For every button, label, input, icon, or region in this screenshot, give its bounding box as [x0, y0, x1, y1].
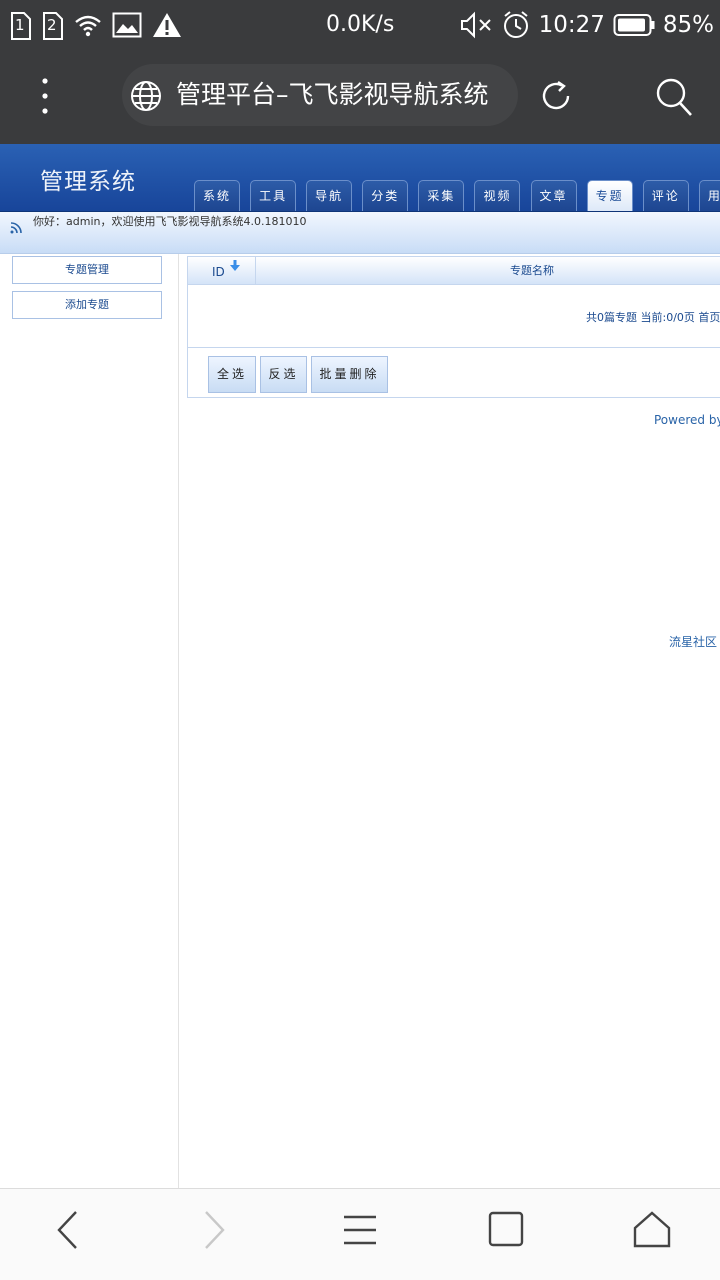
- sim-1-icon: 1: [10, 11, 32, 40]
- sidebar-item-add-special[interactable]: 添加专题: [12, 291, 162, 319]
- sim-2-icon: 2: [42, 11, 64, 40]
- home-icon[interactable]: [632, 1209, 672, 1251]
- battery-indicator: [613, 13, 655, 37]
- powered-by: Powered by ffvod: [654, 413, 720, 427]
- status-right: 10:27 85%: [459, 10, 714, 40]
- column-id-label: ID: [212, 265, 225, 279]
- clock: 10:27: [538, 12, 605, 38]
- warning-icon: [153, 13, 181, 37]
- select-all-button[interactable]: 全选: [208, 356, 256, 393]
- battery-percent: 85%: [662, 12, 714, 38]
- pagination-info: 共0篇专题 当前:0/0页 首页 上一页: [586, 311, 720, 324]
- community-link[interactable]: 流星社区: [669, 633, 717, 650]
- tab-tools[interactable]: 工具: [250, 180, 297, 211]
- menu-icon[interactable]: [342, 1209, 378, 1251]
- column-id-header[interactable]: ID: [188, 257, 256, 285]
- status-left: 1 2: [10, 10, 182, 40]
- browser-toolbar: 管理平台–飞飞影视导航系统: [0, 50, 720, 144]
- sim-1-number: 1: [15, 15, 25, 34]
- tab-article[interactable]: 文章: [530, 180, 577, 211]
- batch-delete-button[interactable]: 批量删除: [311, 356, 388, 393]
- sidebar-item-special-manage[interactable]: 专题管理: [12, 256, 162, 284]
- sim-2-number: 2: [47, 15, 57, 34]
- page-title[interactable]: 管理平台–飞飞影视导航系统: [176, 78, 489, 112]
- tab-navigation[interactable]: 导航: [306, 180, 353, 211]
- status-bar: 1 2 0.0K/s 10:27 85%: [0, 0, 720, 50]
- tab-collect[interactable]: 采集: [418, 180, 465, 211]
- wifi-icon: [75, 15, 101, 37]
- search-icon[interactable]: [654, 76, 694, 118]
- tab-video[interactable]: 视频: [474, 180, 521, 211]
- column-name-header: 专题名称: [510, 264, 554, 277]
- tab-comment[interactable]: 评论: [642, 180, 689, 211]
- batch-toolbar: 全选 反选 批量删除: [188, 347, 720, 399]
- back-icon[interactable]: [50, 1209, 86, 1251]
- sort-down-icon[interactable]: [230, 260, 240, 272]
- image-icon: [112, 12, 142, 38]
- special-table: ID 专题名称 共0篇专题 当前:0/0页 首页 上一页 全选 反选 批量删除: [187, 256, 720, 398]
- browser-bottom-nav: [0, 1188, 720, 1280]
- table-header: ID 专题名称: [188, 257, 720, 285]
- tab-system[interactable]: 系统: [194, 180, 240, 211]
- mute-icon: [460, 11, 491, 39]
- net-speed: 0.0K/s: [326, 12, 395, 37]
- rss-icon: [10, 222, 22, 234]
- app-header: 管理系统 系统 工具 导航 分类 采集 视频 文章 专题 评论 用户 生: [0, 144, 720, 212]
- tab-special[interactable]: 专题: [586, 180, 633, 211]
- app-title: 管理系统: [40, 169, 136, 195]
- invert-selection-button[interactable]: 反选: [260, 356, 307, 393]
- globe-icon: [131, 81, 161, 111]
- tab-category[interactable]: 分类: [362, 180, 409, 211]
- welcome-bar: 你好：admin，欢迎使用飞飞影视导航系统4.0.181010: [0, 212, 720, 254]
- sidebar: 专题管理 添加专题: [0, 254, 179, 1188]
- main-content: ID 专题名称 共0篇专题 当前:0/0页 首页 上一页 全选 反选 批量删除 …: [187, 254, 720, 1188]
- alarm-icon: [503, 11, 528, 38]
- welcome-message: 你好：admin，欢迎使用飞飞影视导航系统4.0.181010: [33, 215, 307, 228]
- reload-icon[interactable]: [538, 78, 574, 114]
- menu-dots-icon[interactable]: [34, 76, 56, 116]
- tab-user[interactable]: 用户: [698, 180, 720, 211]
- main-nav-tabs: 系统 工具 导航 分类 采集 视频 文章 专题 评论 用户 生: [194, 180, 720, 211]
- forward-icon[interactable]: [196, 1209, 232, 1251]
- tabs-icon[interactable]: [487, 1209, 525, 1251]
- battery-icon: [613, 14, 655, 36]
